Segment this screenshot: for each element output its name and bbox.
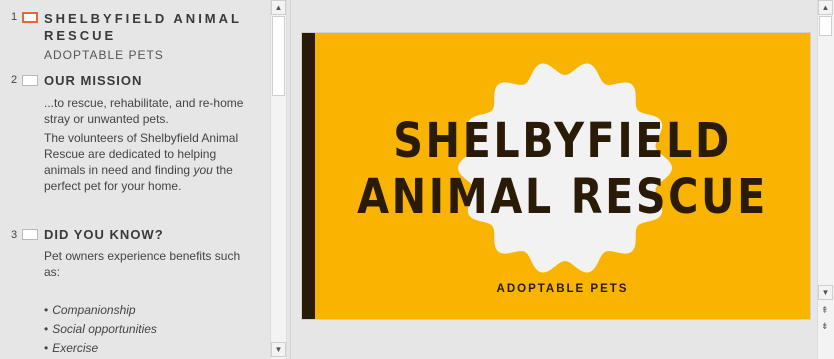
body-text-run: animals in need and finding bbox=[44, 163, 194, 177]
outline-slide-title[interactable]: OUR MISSION bbox=[44, 72, 142, 89]
body-line: Rescue are dedicated to helping bbox=[44, 147, 217, 161]
body-text-emphasis: you bbox=[193, 163, 213, 177]
slide-thumbnail-icon[interactable] bbox=[22, 75, 38, 86]
body-line: as: bbox=[44, 265, 61, 279]
slide-subtitle[interactable]: ADOPTABLE PETS bbox=[315, 283, 810, 295]
chevron-down-icon: ▼ bbox=[274, 345, 283, 354]
previous-slide-icon[interactable]: ⇞ bbox=[821, 305, 829, 315]
bullet-text: Companionship bbox=[52, 303, 136, 317]
body-line: perfect pet for your home. bbox=[44, 179, 182, 193]
chevron-down-icon: ▼ bbox=[821, 288, 830, 297]
outline-pane[interactable]: 1 SHELBYFIELD ANIMAL RESCUE ADOPTABLE PE… bbox=[0, 0, 270, 359]
body-line: animals in need and finding you the bbox=[44, 162, 264, 178]
bullet-text: Exercise bbox=[52, 341, 99, 355]
outline-slide-title[interactable]: SHELBYFIELD ANIMAL RESCUE bbox=[44, 10, 242, 44]
bullet-item[interactable]: • Exercise bbox=[44, 341, 98, 355]
outline-body-text[interactable]: The volunteers of Shelbyfield Animal Res… bbox=[44, 130, 264, 194]
outline-title-line: SHELBYFIELD ANIMAL bbox=[44, 11, 242, 26]
outline-scrollbar[interactable]: ▲ ▼ bbox=[270, 0, 287, 359]
slide-title-line: ANIMAL RESCUE bbox=[357, 169, 768, 225]
scroll-up-button[interactable]: ▲ bbox=[271, 0, 286, 15]
outline-body-text[interactable]: Pet owners experience benefits such as: bbox=[44, 248, 264, 280]
next-slide-icon[interactable]: ⇟ bbox=[821, 321, 829, 331]
slide-thumbnail-icon[interactable] bbox=[22, 229, 38, 240]
bullet-item[interactable]: • Social opportunities bbox=[44, 322, 157, 336]
scrollbar-thumb[interactable] bbox=[272, 16, 285, 96]
slide-scrollbar[interactable]: ▲ ▼ ⇞ ⇟ bbox=[817, 0, 834, 359]
bullet-text: Social opportunities bbox=[52, 322, 157, 336]
scroll-down-button[interactable]: ▼ bbox=[271, 342, 286, 357]
slide-number: 2 bbox=[11, 74, 18, 86]
body-line: Pet owners experience benefits such bbox=[44, 249, 241, 263]
slide-pane[interactable]: SHELBYFIELD ANIMAL RESCUE ADOPTABLE PETS bbox=[290, 0, 816, 359]
outline-title-line: RESCUE bbox=[44, 28, 117, 43]
outline-slide-subtitle[interactable]: ADOPTABLE PETS bbox=[44, 48, 164, 62]
slide-canvas[interactable]: SHELBYFIELD ANIMAL RESCUE ADOPTABLE PETS bbox=[302, 33, 810, 319]
bullet-item[interactable]: • Companionship bbox=[44, 303, 136, 317]
scrollbar-thumb[interactable] bbox=[819, 16, 832, 36]
body-line: The volunteers of Shelbyfield Animal bbox=[44, 131, 239, 145]
slide-accent-bar bbox=[302, 33, 315, 319]
slide-number: 3 bbox=[11, 229, 18, 241]
outline-slide-title[interactable]: DID YOU KNOW? bbox=[44, 226, 164, 243]
body-line: stray or unwanted pets. bbox=[44, 112, 169, 126]
body-line: ...to rescue, rehabilitate, and re-home bbox=[44, 96, 244, 110]
chevron-up-icon: ▲ bbox=[821, 3, 830, 12]
body-text-run: the bbox=[212, 163, 233, 177]
chevron-up-icon: ▲ bbox=[274, 3, 283, 12]
scroll-down-button[interactable]: ▼ bbox=[818, 285, 833, 300]
slide-number: 1 bbox=[11, 11, 18, 23]
scroll-up-button[interactable]: ▲ bbox=[818, 0, 833, 15]
slide-title-line: SHELBYFIELD bbox=[393, 113, 732, 169]
outline-body-text[interactable]: ...to rescue, rehabilitate, and re-home … bbox=[44, 95, 264, 127]
slide-thumbnail-icon[interactable] bbox=[22, 12, 38, 23]
slide-title[interactable]: SHELBYFIELD ANIMAL RESCUE bbox=[350, 113, 776, 225]
